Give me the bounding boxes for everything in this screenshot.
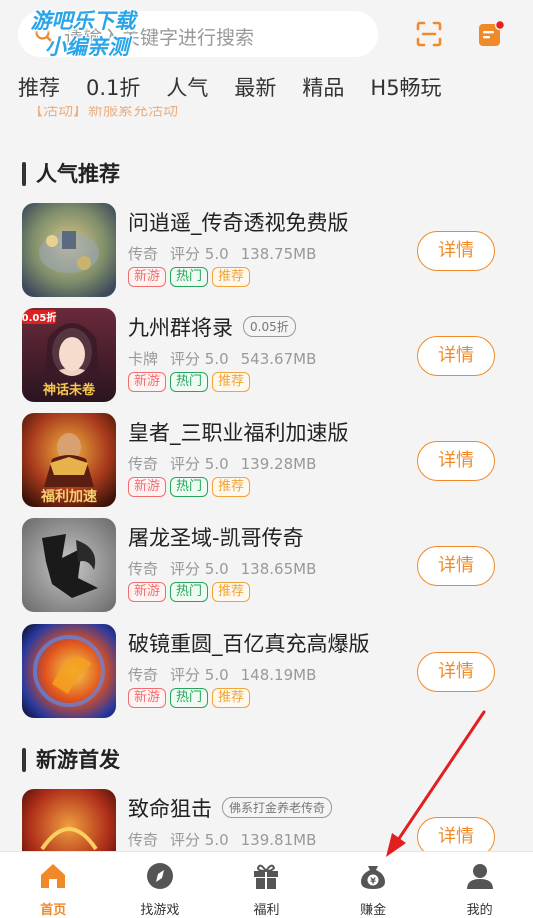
section-title-popular: 人气推荐 (22, 161, 120, 187)
svg-text:¥: ¥ (370, 877, 376, 886)
scan-icon[interactable] (415, 20, 443, 48)
tag-recommend: 推荐 (212, 688, 251, 708)
svg-text:神话未卷: 神话未卷 (43, 382, 96, 398)
category-tabs: 推荐 0.1折 人气 最新 精品 H5畅玩 (18, 70, 468, 106)
nav-label: 找游戏 (140, 903, 180, 918)
game-tags: 新游 热门 推荐 (128, 688, 254, 708)
game-title: 破镜重圆_百亿真充高爆版 (128, 632, 370, 656)
game-thumbnail: 福利加速 (22, 413, 116, 507)
nav-item-find-games[interactable]: 找游戏 (107, 852, 214, 918)
game-meta: 传奇 评分 5.0 138.75MB (128, 245, 317, 263)
game-thumbnail (22, 518, 116, 612)
game-meta: 传奇 评分 5.0 148.19MB (128, 666, 317, 684)
game-title: 问逍遥_传奇透视免费版 (128, 211, 349, 235)
detail-button[interactable]: 详情 (417, 546, 495, 586)
tag-hot: 热门 (170, 267, 209, 287)
list-item[interactable]: 0.05折 神话未卷 九州群将录 0.05折 卡牌 评分 5.0 543.67MB 新… (0, 308, 533, 413)
tag-new: 新游 (128, 688, 167, 708)
user-icon (466, 864, 493, 889)
game-tags: 新游 热门 推荐 (128, 267, 254, 287)
tag-hot: 热门 (170, 477, 209, 497)
list-item[interactable]: 福利加速 皇者_三职业福利加速版 传奇 评分 5.0 139.28MB 新游 热门 … (0, 413, 533, 518)
list-item[interactable]: 问逍遥_传奇透视免费版 传奇 评分 5.0 138.75MB 新游 热门 推荐 详情 (0, 203, 533, 308)
game-meta: 传奇 评分 5.0 138.65MB (128, 560, 317, 578)
watermark-logo: 游吧乐下载 小编亲测 (30, 9, 136, 59)
tab-h5[interactable]: H5畅玩 (370, 70, 441, 106)
gift-icon (254, 864, 279, 889)
detail-button[interactable]: 详情 (417, 441, 495, 481)
game-title: 皇者_三职业福利加速版 (128, 421, 349, 445)
game-meta: 卡牌 评分 5.0 543.67MB (128, 350, 317, 368)
detail-button[interactable]: 详情 (417, 336, 495, 376)
tag-recommend: 推荐 (212, 267, 251, 287)
tag-hot: 热门 (170, 688, 209, 708)
activity-notice[interactable]: 【活动】新服累充活动 (28, 106, 178, 120)
detail-button[interactable]: 详情 (417, 231, 495, 271)
section-title-new: 新游首发 (22, 747, 120, 773)
nav-label: 首页 (40, 903, 67, 918)
tab-discount[interactable]: 0.1折 (86, 70, 140, 106)
tag-new: 新游 (128, 267, 167, 287)
game-title: 致命狙击 佛系打金养老传奇 (128, 793, 333, 823)
game-tags: 新游 热门 推荐 (128, 477, 254, 497)
tab-latest[interactable]: 最新 (234, 70, 276, 106)
game-thumbnail: 0.05折 神话未卷 (22, 308, 116, 402)
nav-item-welfare[interactable]: 福利 (213, 852, 320, 918)
nav-item-home[interactable]: 首页 (0, 852, 107, 918)
message-icon[interactable] (476, 19, 506, 49)
tag-hot: 热门 (170, 582, 209, 602)
header: 请输入关键字进行搜索 游吧乐下载 小编亲测 推荐 0.1折 人气 最新 精品 H… (0, 0, 533, 160)
nav-label: 赚金 (360, 903, 387, 918)
bottom-nav: 首页 找游戏 福利 ¥ 赚金 我的 (0, 851, 533, 918)
game-title: 屠龙圣域-凯哥传奇 (128, 526, 304, 550)
tab-recommend[interactable]: 推荐 (18, 70, 60, 106)
svg-text:福利加速: 福利加速 (40, 488, 97, 505)
detail-button[interactable]: 详情 (417, 652, 495, 692)
game-thumbnail (22, 624, 116, 718)
svg-text:0.05折: 0.05折 (22, 311, 56, 324)
nav-label: 我的 (466, 903, 493, 918)
home-icon (41, 864, 66, 888)
tag-recommend: 推荐 (212, 582, 251, 602)
tag-recommend: 推荐 (212, 477, 251, 497)
compass-icon (146, 863, 173, 889)
tab-popular[interactable]: 人气 (166, 70, 208, 106)
money-bag-icon: ¥ (361, 866, 386, 889)
tab-premium[interactable]: 精品 (302, 70, 344, 106)
feature-badge: 佛系打金养老传奇 (222, 797, 333, 818)
tag-new: 新游 (128, 477, 167, 497)
list-item[interactable]: 破镜重圆_百亿真充高爆版 传奇 评分 5.0 148.19MB 新游 热门 推荐 详… (0, 624, 533, 729)
game-meta: 传奇 评分 5.0 139.81MB (128, 831, 317, 849)
list-item[interactable]: 屠龙圣域-凯哥传奇 传奇 评分 5.0 138.65MB 新游 热门 推荐 详情 (0, 518, 533, 623)
tag-hot: 热门 (170, 372, 209, 392)
tag-new: 新游 (128, 582, 167, 602)
nav-label: 福利 (253, 903, 280, 918)
game-tags: 新游 热门 推荐 (128, 582, 254, 602)
nav-item-mine[interactable]: 我的 (426, 852, 533, 918)
game-thumbnail (22, 203, 116, 297)
game-title: 九州群将录 0.05折 (128, 312, 296, 342)
discount-badge: 0.05折 (243, 316, 296, 337)
nav-item-earn[interactable]: ¥ 赚金 (320, 852, 427, 918)
tag-recommend: 推荐 (212, 372, 251, 392)
game-meta: 传奇 评分 5.0 139.28MB (128, 455, 317, 473)
tag-new: 新游 (128, 372, 167, 392)
game-tags: 新游 热门 推荐 (128, 372, 254, 392)
